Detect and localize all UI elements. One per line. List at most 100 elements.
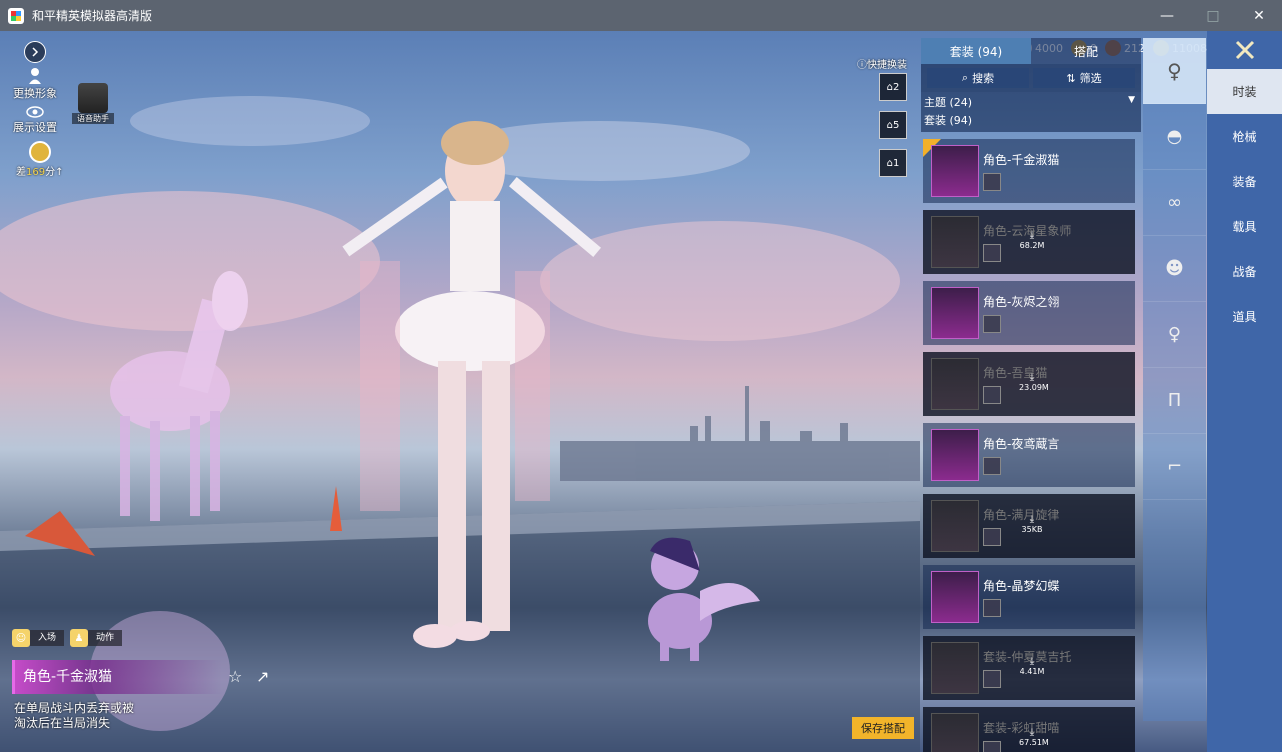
search-button[interactable]: ⌕ 搜索: [927, 68, 1029, 88]
character-icon: ♀: [1167, 58, 1182, 83]
entry-tag[interactable]: ☺ 入场: [12, 629, 65, 647]
slot-number: 5: [892, 119, 900, 131]
tab-suits[interactable]: 套装 (94): [921, 38, 1031, 64]
display-settings-button[interactable]: 展示设置: [12, 105, 58, 135]
slot-mask[interactable]: ☻: [1143, 236, 1206, 302]
outfit-thumbnail: [931, 358, 979, 410]
up-arrow-icon: ↑: [55, 167, 64, 178]
glasses-icon: ∞: [1167, 192, 1182, 213]
category-vehicles[interactable]: 载具: [1207, 204, 1282, 249]
category-equipment[interactable]: 装备: [1207, 159, 1282, 204]
score-suffix: 分: [45, 167, 56, 178]
character-mini-icon: [983, 244, 1001, 262]
dropdown-icon[interactable]: ▼: [1128, 95, 1135, 105]
voice-assistant-label: 语音助手: [72, 113, 114, 124]
outfit-list-item[interactable]: 角色-灰烬之翎: [923, 281, 1135, 345]
slot-icon-column: ♀ ◓ ∞ ☻ ♀ Π ⌐: [1143, 38, 1206, 721]
tab-match[interactable]: 搭配: [1031, 38, 1141, 64]
filter-icon: ⇅: [1066, 71, 1076, 85]
theme-count[interactable]: 主题 (24): [924, 94, 1137, 112]
download-size: 4.41M: [1019, 667, 1045, 676]
action-tags: ☺ 入场 ♟ 动作: [12, 629, 123, 647]
mask-icon: ☻: [1165, 258, 1184, 279]
slot-outfit[interactable]: ♀: [1143, 302, 1206, 368]
outfit-thumbnail: [931, 571, 979, 623]
quick-slot-5[interactable]: ⌂ 5: [879, 111, 907, 139]
outfit-list-item[interactable]: 角色-晶梦幻蝶: [923, 565, 1135, 629]
slot-number: 1: [892, 157, 900, 169]
action-tag[interactable]: ♟ 动作: [70, 629, 123, 647]
desc-line: 淘汰后在当局消失: [14, 716, 111, 730]
outfit-thumbnail: [931, 429, 979, 481]
category-gear[interactable]: 战备: [1207, 249, 1282, 294]
rank-score[interactable]: 差169分↑: [16, 141, 63, 178]
person-icon: [28, 67, 42, 85]
eye-icon: [26, 105, 44, 119]
slot-glasses[interactable]: ∞: [1143, 170, 1206, 236]
outfit-thumbnail: [931, 500, 979, 552]
favorite-icon[interactable]: ☆: [228, 667, 242, 686]
window-title: 和平精英模拟器高清版: [32, 9, 153, 23]
expand-button[interactable]: [24, 41, 46, 63]
close-window-button[interactable]: ✕: [1236, 0, 1282, 31]
search-icon: ⌕: [961, 71, 969, 84]
app-icon: [8, 7, 24, 24]
quick-change-label[interactable]: ⓘ快捷换装: [857, 56, 907, 71]
suit-count: 套装 (94): [924, 114, 973, 127]
help-icon: ⓘ: [857, 60, 867, 71]
assistant-avatar: [78, 83, 108, 113]
minimize-button[interactable]: —: [1144, 0, 1190, 31]
character-mini-icon: [983, 457, 1001, 475]
character-mini-icon: [983, 599, 1001, 617]
outfit-thumbnail: [931, 287, 979, 339]
download-button[interactable]: ⤓ 68.2M: [1019, 230, 1045, 250]
score-prefix: 差: [16, 167, 26, 178]
quick-slot-2[interactable]: ⌂ 2: [879, 73, 907, 101]
voice-assistant-button[interactable]: 语音助手: [72, 83, 114, 124]
character-mini-icon: [983, 741, 1001, 752]
outfit-list-item[interactable]: 套装-彩虹甜喵 ⤓ 67.51M: [923, 707, 1135, 752]
outfit-thumbnail: [931, 642, 979, 694]
quick-slot-1[interactable]: ⌂ 1: [879, 149, 907, 177]
category-items[interactable]: 道具: [1207, 294, 1282, 339]
download-icon: ⤓: [1029, 656, 1035, 667]
character-mini-icon: [983, 315, 1001, 333]
download-button[interactable]: ⤓ 4.41M: [1019, 656, 1045, 676]
category-guns[interactable]: 枪械: [1207, 114, 1282, 159]
pants-icon: Π: [1167, 390, 1182, 411]
change-look-button[interactable]: 更换形象: [12, 67, 58, 101]
maximize-button[interactable]: □: [1190, 0, 1236, 31]
filter-button[interactable]: ⇅ 筛选: [1033, 68, 1135, 88]
download-size: 68.2M: [1019, 241, 1045, 250]
download-size: 35KB: [1021, 525, 1043, 534]
category-fashion[interactable]: 时装: [1207, 69, 1282, 114]
slot-shoes[interactable]: ⌐: [1143, 434, 1206, 500]
outfit-list-item[interactable]: 套装-仲夏莫吉托 ⤓ 4.41M: [923, 636, 1135, 700]
outfit-list-item[interactable]: 角色-吾皇猫 ⤓ 23.09M: [923, 352, 1135, 416]
outfit-list-item[interactable]: 角色-云海星象师 ⤓ 68.2M: [923, 210, 1135, 274]
outfit-thumbnail: [931, 713, 979, 752]
slot-pants[interactable]: Π: [1143, 368, 1206, 434]
app-window: 和平精英模拟器高清版 — □ ✕ 更换形象 展示设置 语音助手 差169分↑ ⓘ…: [0, 0, 1282, 752]
slot-character[interactable]: ♀: [1143, 38, 1206, 104]
search-row: ⌕ 搜索 ⇅ 筛选: [921, 64, 1141, 92]
download-icon: ⤓: [1029, 727, 1035, 738]
outfit-panel: 套装 (94) 搭配 ⌕ 搜索 ⇅ 筛选 主题 (24) 套装 (94) ▼ 角色-…: [921, 38, 1141, 752]
outfit-name: 角色-晶梦幻蝶: [983, 579, 1060, 593]
outfit-description: 在单局战斗内丢弃或被 淘汰后在当局消失: [14, 701, 134, 731]
outfit-list-item[interactable]: 角色-千金淑猫: [923, 139, 1135, 203]
download-button[interactable]: ⤓ 35KB: [1019, 514, 1045, 534]
download-button[interactable]: ⤓ 67.51M: [1019, 727, 1049, 747]
share-icon[interactable]: ↗: [256, 667, 269, 686]
close-icon[interactable]: [1207, 31, 1282, 69]
score-value: 169: [26, 167, 46, 178]
download-button[interactable]: ⤓ 23.09M: [1019, 372, 1049, 392]
download-icon: ⤓: [1029, 372, 1035, 383]
person-action-icon: ♟: [70, 629, 89, 647]
outfit-list-item[interactable]: 角色-满月旋律 ⤓ 35KB: [923, 494, 1135, 558]
outfit-list-item[interactable]: 角色-夜鸢蔵言: [923, 423, 1135, 487]
slot-hat[interactable]: ◓: [1143, 104, 1206, 170]
save-outfit-button[interactable]: 保存搭配: [852, 717, 914, 739]
outfit-thumbnail: [931, 216, 979, 268]
outfit-thumbnail: [931, 145, 979, 197]
